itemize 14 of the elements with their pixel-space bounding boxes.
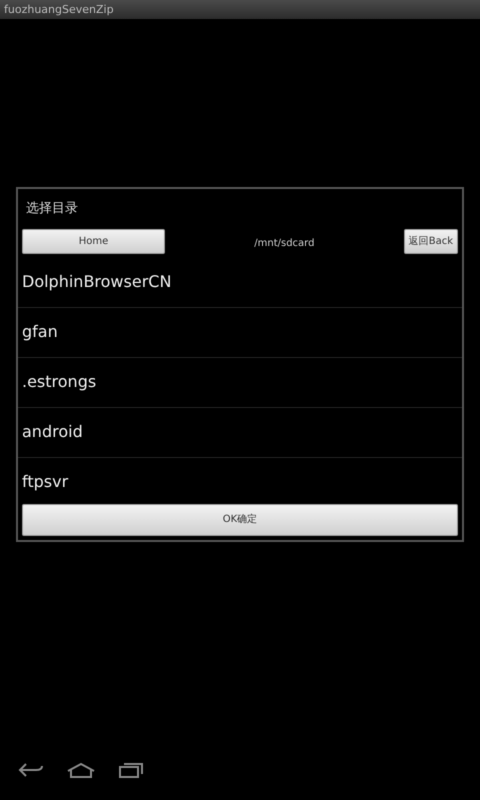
- back-button[interactable]: 返回Back: [404, 228, 458, 254]
- folder-item[interactable]: .estrongs: [22, 370, 96, 394]
- home-icon[interactable]: [66, 762, 96, 778]
- folder-item[interactable]: ftpsvr: [22, 470, 68, 494]
- folder-item[interactable]: gfan: [22, 320, 58, 344]
- recent-apps-icon[interactable]: [118, 762, 144, 778]
- window-title: fuozhuangSevenZip: [4, 3, 114, 16]
- back-icon[interactable]: [18, 762, 44, 778]
- dialog-title: 选择目录: [26, 201, 78, 216]
- folder-item[interactable]: DolphinBrowserCN: [22, 270, 172, 294]
- home-button[interactable]: Home: [22, 228, 165, 254]
- path-label: /mnt/sdcard: [254, 238, 314, 250]
- ok-button[interactable]: OK确定: [22, 504, 458, 536]
- folder-item[interactable]: android: [22, 420, 83, 444]
